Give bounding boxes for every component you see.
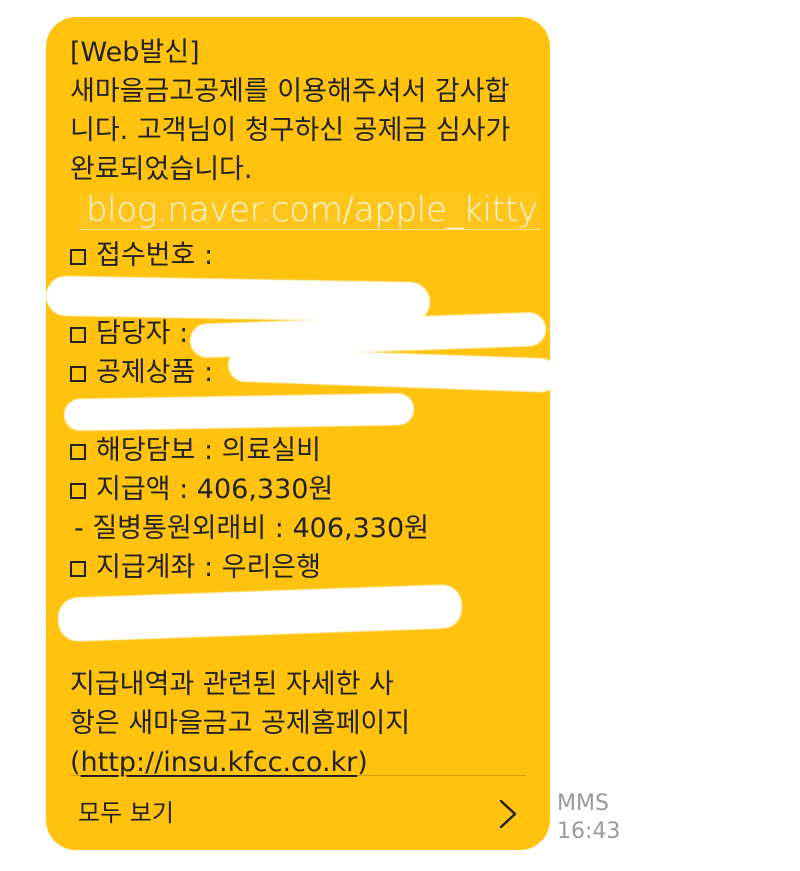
view-all-button[interactable]: 모두 보기 (46, 777, 550, 850)
message-type-label: MMS (557, 791, 609, 816)
redaction-row-1 (45, 275, 530, 323)
message-timestamp: 16:43 (557, 819, 621, 844)
manager-row: 담당자 : (70, 311, 547, 359)
coverage-label: 해당담보 : 의료실비 (96, 435, 321, 466)
redaction-row-2 (63, 392, 530, 432)
account-label: 지급계좌 : 우리은행 (96, 552, 321, 583)
view-all-label: 모두 보기 (78, 799, 174, 827)
product-row: 공제상품 : (70, 347, 559, 393)
redaction-row-3 (57, 583, 530, 643)
footer-line-1: 지급내역과 관련된 자세한 사 (70, 669, 394, 700)
checkbox-square-icon (70, 483, 86, 499)
footer-close-paren: ) (357, 747, 368, 778)
message-line-3: 니다. 고객님이 청구하신 공제금 심사가 (70, 115, 511, 146)
amount-label: 지급액 : 406,330원 (96, 474, 334, 505)
amount-row: 지급액 : 406,330원 (70, 470, 530, 509)
redaction-mark (227, 347, 559, 393)
product-label: 공제상품 : (96, 357, 214, 388)
blog-watermark: blog.naver.com/apple_kitty (78, 191, 540, 230)
checkbox-square-icon (70, 249, 86, 265)
manager-label: 담당자 : (96, 318, 189, 349)
message-bubble[interactable]: [Web발신] 새마을금고공제를 이용해주셔서 감사합 니다. 고객님이 청구하… (45, 17, 559, 850)
kfcc-homepage-link[interactable]: http://insu.kfcc.co.kr (81, 747, 358, 778)
checkbox-square-icon (70, 444, 86, 460)
receipt-number-row: 접수번호 : (70, 236, 530, 275)
message-line-2: 새마을금고공제를 이용해주셔서 감사합 (70, 76, 510, 107)
coverage-row: 해당담보 : 의료실비 (70, 431, 530, 470)
message-line-4: 완료되었습니다. (70, 154, 253, 185)
sub-amount-row: - 질병통원외래비 : 406,330원 (74, 513, 429, 544)
footer-line-2: 항은 새마을금고 공제홈페이지 (70, 708, 411, 739)
checkbox-square-icon (70, 561, 86, 577)
mms-screen: [Web발신] 새마을금고공제를 이용해주셔서 감사합 니다. 고객님이 청구하… (0, 0, 800, 871)
redaction-mark (63, 392, 415, 432)
checkbox-square-icon (70, 327, 86, 343)
footer-open-paren: ( (70, 747, 81, 778)
bubble-divider (70, 775, 526, 776)
receipt-number-label: 접수번호 : (96, 240, 214, 271)
message-meta: MMS 16:43 (557, 790, 620, 846)
checkbox-square-icon (70, 366, 86, 382)
account-row: 지급계좌 : 우리은행 (70, 548, 530, 587)
message-line-1: [Web발신] (70, 37, 200, 68)
chevron-right-icon (499, 799, 517, 828)
